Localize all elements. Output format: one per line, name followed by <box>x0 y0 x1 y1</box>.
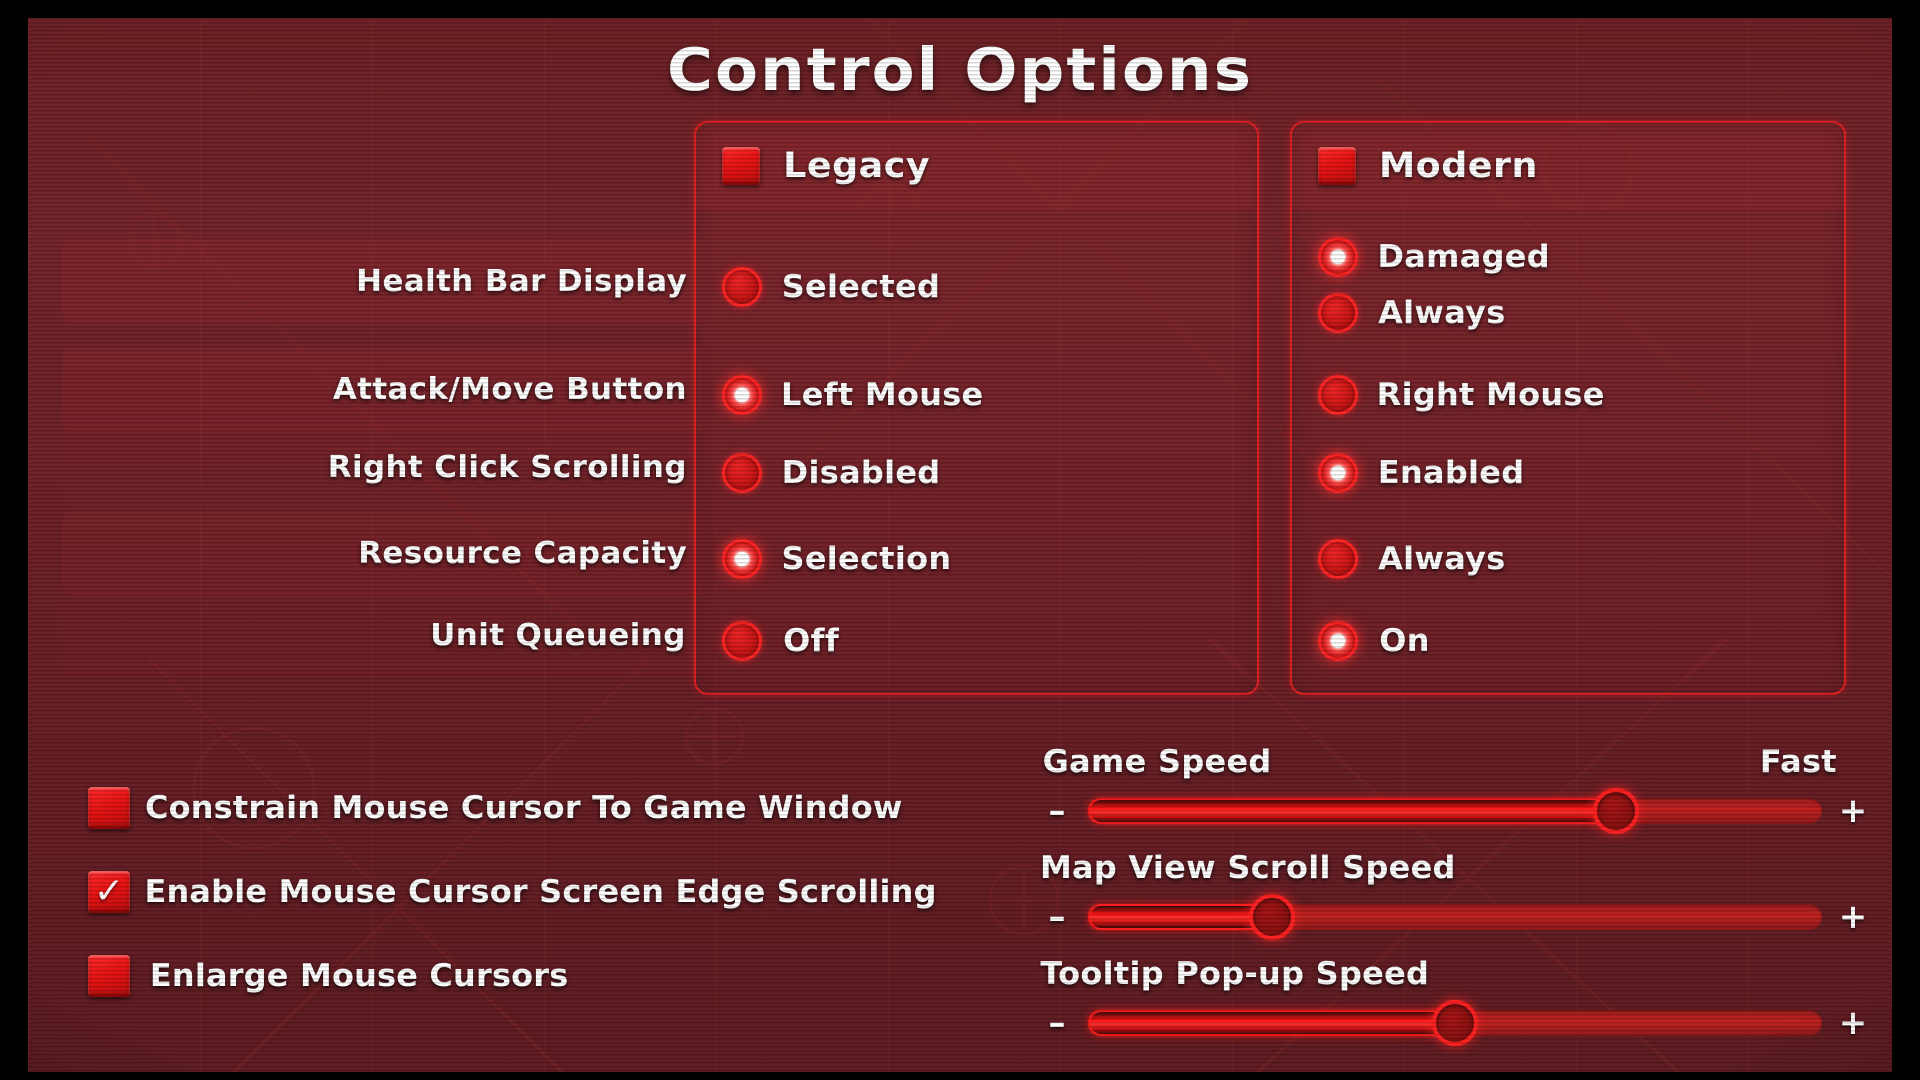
table-row: Attack/Move Button <box>62 347 702 431</box>
table-row: Unit Queueing <box>62 593 702 677</box>
slider-knob[interactable] <box>1432 1000 1478 1046</box>
radio-label: Always <box>1378 295 1506 331</box>
slider-track[interactable] <box>1088 788 1822 834</box>
column-modern: Modern Damaged Always Right Mouse Enable… <box>1290 121 1846 695</box>
column-title: Modern <box>1378 146 1538 186</box>
slider-increment-button[interactable]: + <box>1836 1006 1870 1040</box>
slider-track[interactable] <box>1088 1000 1822 1046</box>
radio-icon[interactable] <box>1318 453 1358 493</box>
slider-value-label: Fast <box>1760 744 1838 780</box>
radio-modern-queueing[interactable]: On <box>1318 615 1429 667</box>
slider-game-speed: Game Speed Fast – + <box>1040 744 1870 836</box>
column-header-modern[interactable]: Modern <box>1292 123 1844 209</box>
radio-icon[interactable] <box>722 621 762 661</box>
radio-icon[interactable] <box>1318 293 1358 333</box>
slider-fill <box>1088 904 1272 930</box>
radio-label: Disabled <box>781 455 941 491</box>
toggle-list: Constrain Mouse Cursor To Game Window ✓ … <box>88 766 936 1018</box>
slider-control: – + <box>1040 892 1870 942</box>
radio-icon[interactable] <box>1318 375 1358 415</box>
radio-icon[interactable] <box>1318 539 1358 579</box>
slider-increment-button[interactable]: + <box>1836 794 1870 828</box>
slider-increment-button[interactable]: + <box>1836 900 1870 934</box>
radio-label: Right Mouse <box>1376 377 1605 413</box>
radio-icon[interactable] <box>722 375 762 415</box>
radio-label: Damaged <box>1377 239 1550 275</box>
slider-control: – + <box>1040 786 1870 836</box>
slider-tooltip-speed: Tooltip Pop-up Speed – + <box>1040 956 1870 1048</box>
slider-decrement-button[interactable]: – <box>1040 900 1074 934</box>
checkbox-edge-scrolling[interactable]: ✓ Enable Mouse Cursor Screen Edge Scroll… <box>88 850 936 934</box>
radio-icon[interactable] <box>1318 621 1358 661</box>
slider-label: Map View Scroll Speed <box>1039 850 1456 886</box>
modern-column-checkbox[interactable] <box>1318 147 1356 185</box>
radio-label: Selection <box>781 541 952 577</box>
radio-modern-attackmove[interactable]: Right Mouse <box>1318 369 1604 421</box>
radio-legacy-rightclick[interactable]: Disabled <box>722 447 941 499</box>
slider-label: Game Speed <box>1042 744 1272 780</box>
checkbox-icon[interactable] <box>88 787 130 829</box>
radio-label: Enabled <box>1377 455 1525 491</box>
row-label: Health Bar Display <box>355 263 687 299</box>
radio-modern-rightclick[interactable]: Enabled <box>1318 447 1525 499</box>
checkbox-label: Enlarge Mouse Cursors <box>149 958 569 994</box>
radio-legacy-resource[interactable]: Selection <box>722 533 952 585</box>
column-header-legacy[interactable]: Legacy <box>696 123 1257 209</box>
game-options-screen: Control Options Health Bar Display Attac… <box>0 0 1920 1080</box>
radio-legacy-attackmove[interactable]: Left Mouse <box>722 369 984 421</box>
options-panel: Control Options Health Bar Display Attac… <box>28 18 1892 1072</box>
options-grid: Health Bar Display Attack/Move Button Ri… <box>28 121 1892 711</box>
slider-decrement-button[interactable]: – <box>1040 1006 1074 1040</box>
radio-modern-health-always[interactable]: Always <box>1318 287 1506 339</box>
slider-knob[interactable] <box>1248 894 1295 940</box>
table-row: Right Click Scrolling <box>62 425 702 509</box>
checkbox-icon[interactable] <box>88 955 130 997</box>
radio-icon[interactable] <box>722 453 762 493</box>
radio-icon[interactable] <box>722 539 762 579</box>
checkbox-label: Enable Mouse Cursor Screen Edge Scrollin… <box>144 874 937 910</box>
slider-label: Tooltip Pop-up Speed <box>1040 956 1430 992</box>
column-title: Legacy <box>783 146 931 186</box>
table-row: Health Bar Display <box>62 239 702 323</box>
radio-label: Off <box>783 623 840 659</box>
slider-map-scroll-speed: Map View Scroll Speed – + <box>1040 850 1870 942</box>
checkbox-constrain-cursor[interactable]: Constrain Mouse Cursor To Game Window <box>88 766 925 850</box>
radio-label: On <box>1379 623 1430 659</box>
check-icon: ✓ <box>93 871 125 912</box>
row-label: Unit Queueing <box>430 617 686 653</box>
slider-knob[interactable] <box>1593 788 1640 834</box>
checkbox-label: Constrain Mouse Cursor To Game Window <box>144 790 903 826</box>
radio-label: Always <box>1378 541 1506 577</box>
row-label: Resource Capacity <box>357 535 687 571</box>
radio-legacy-health[interactable]: Selected <box>722 261 941 313</box>
row-label: Right Click Scrolling <box>328 449 688 485</box>
slider-control: – + <box>1040 998 1870 1048</box>
legacy-column-checkbox[interactable] <box>722 147 760 185</box>
radio-label: Selected <box>781 269 941 305</box>
radio-legacy-queueing[interactable]: Off <box>722 615 840 667</box>
slider-fill <box>1088 1010 1455 1036</box>
radio-modern-health-damaged[interactable]: Damaged <box>1318 231 1550 283</box>
slider-header: Game Speed Fast <box>1040 744 1870 786</box>
checkbox-enlarge-cursors[interactable]: Enlarge Mouse Cursors <box>88 934 925 1018</box>
slider-fill <box>1088 798 1617 824</box>
radio-icon[interactable] <box>1318 237 1358 277</box>
slider-decrement-button[interactable]: – <box>1040 794 1074 828</box>
slider-header: Map View Scroll Speed <box>1040 850 1870 892</box>
page-title: Control Options <box>666 35 1254 104</box>
row-label: Attack/Move Button <box>333 371 688 407</box>
radio-modern-resource[interactable]: Always <box>1318 533 1506 585</box>
checkbox-icon[interactable]: ✓ <box>88 871 130 913</box>
radio-icon[interactable] <box>722 267 762 307</box>
slider-track[interactable] <box>1088 894 1822 940</box>
slider-header: Tooltip Pop-up Speed <box>1040 956 1870 998</box>
column-legacy: Legacy Selected Left Mouse Disabled Sele… <box>694 121 1259 695</box>
slider-list: Game Speed Fast – + Map View Scroll Spee… <box>1040 744 1870 1062</box>
table-row: Resource Capacity <box>62 511 702 595</box>
radio-label: Left Mouse <box>781 377 984 413</box>
